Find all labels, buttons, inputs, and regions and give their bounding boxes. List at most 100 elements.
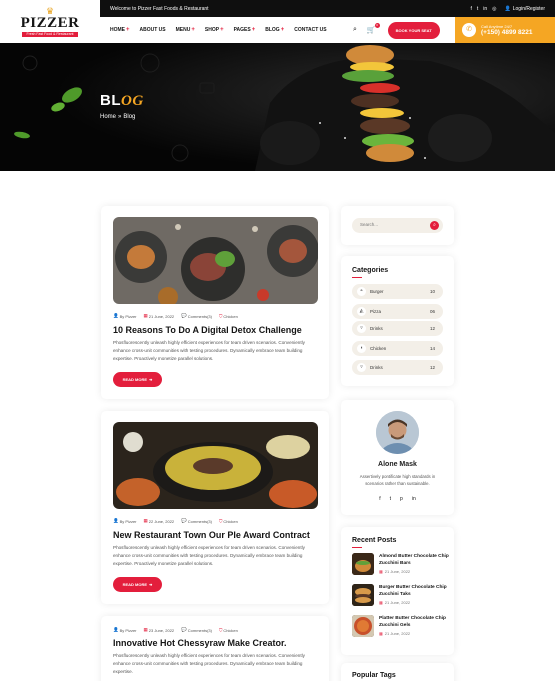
search-widget: ⌕	[341, 206, 454, 245]
category-item[interactable]: ◓ Burger 10	[352, 284, 443, 299]
post-author[interactable]: By Pizzer	[120, 314, 137, 319]
tag-icon: ⛉	[218, 313, 223, 319]
twitter-icon[interactable]: t	[390, 496, 391, 502]
recent-date-text: 21 June, 2022	[384, 631, 411, 636]
recent-post-item[interactable]: Almond Butter Chocolate Chip Zucchini Ba…	[352, 553, 449, 579]
post-meta: 👤 By Pizzer ▦ 21 June, 2022 💬 Comments(3) ⛉…	[113, 313, 238, 319]
recent-post-date: ▦ 21 June, 2022	[379, 631, 410, 636]
recent-post-title: Almond Butter Chocolate Chip Zucchini Ba…	[379, 554, 449, 566]
nav-item-pages[interactable]: PAGES +	[234, 27, 256, 33]
calendar-icon: ▦	[143, 627, 148, 632]
twitter-icon[interactable]: t	[477, 6, 478, 12]
post-title[interactable]: New Restaurant Town Our Ple Award Contra…	[113, 530, 323, 540]
post-comments[interactable]: Comments(3)	[188, 519, 212, 524]
call-box[interactable]: ✆ Call Anytime 24/7 (+150) 4899 8221	[455, 17, 555, 43]
login-link[interactable]: 👤 Login/Register	[505, 6, 545, 12]
nav-item-home[interactable]: HOME +	[110, 27, 130, 33]
nav-item-shop[interactable]: SHOP +	[205, 27, 224, 33]
plus-icon: +	[251, 27, 256, 33]
brand-logo[interactable]: ♛ PIZZER Fresh Fast Food & Restaurant	[0, 0, 100, 43]
category-count: 06	[429, 309, 435, 314]
recent-date-text: 21 June, 2022	[384, 600, 411, 605]
read-more-button[interactable]: READ MORE ➜	[113, 577, 162, 592]
recent-post-item[interactable]: Burger Butter Chocolate Chip Zucchini Ta…	[352, 584, 447, 610]
page-title-main: BL	[100, 92, 121, 109]
popular-tags-widget: Popular Tags	[341, 663, 454, 681]
page-hero: BLOG Home» Blog	[0, 43, 555, 171]
comment-icon: 💬	[181, 627, 187, 632]
facebook-icon[interactable]: f	[470, 6, 471, 12]
widget-title: Recent Posts	[352, 537, 397, 544]
arrow-right-icon: ➜	[149, 377, 153, 382]
search-icon[interactable]: ⌕	[430, 221, 439, 230]
burger-icon: ◓	[357, 287, 366, 296]
nav-label: PAGES	[233, 27, 251, 33]
breadcrumb-home[interactable]: Home	[100, 114, 116, 120]
nav-item-about[interactable]: ABOUT US	[140, 27, 166, 33]
category-item[interactable]: ▿ Drinks 12	[352, 321, 443, 336]
recent-date-text: 21 June, 2022	[384, 569, 411, 574]
author-bio: Assertively pontificate high standards i…	[359, 474, 436, 486]
post-image[interactable]	[113, 422, 318, 509]
plus-icon: +	[191, 27, 195, 33]
category-count: 14	[429, 346, 435, 351]
linkedin-icon[interactable]: in	[483, 6, 487, 12]
blog-post-card: 👤 By Pizzer ▦ 22 June, 2022 💬 Comments(3) ⛉…	[101, 411, 329, 604]
instagram-icon[interactable]: ◎	[492, 6, 496, 12]
post-category[interactable]: Chicken	[223, 628, 237, 633]
user-icon: 👤	[504, 5, 511, 12]
category-item[interactable]: ▿ Drinks 12	[352, 360, 443, 375]
category-item[interactable]: ◭ Pizza 06	[352, 304, 443, 319]
post-excerpt: Phosfluorescently unleash highly efficie…	[113, 545, 305, 566]
linkedin-icon[interactable]: in	[412, 496, 416, 502]
read-more-button[interactable]: READ MORE ➜	[113, 372, 162, 387]
recent-post-item[interactable]: Platter Butter Chocolate Chip Zucchini G…	[352, 615, 447, 641]
blog-post-card: 👤 By Pizzer ▦ 21 June, 2022 💬 Comments(3) ⛉…	[101, 206, 329, 399]
nav-label: MENU	[175, 27, 191, 33]
avatar	[376, 411, 419, 454]
pinterest-icon[interactable]: p	[400, 496, 403, 502]
user-icon: 👤	[113, 313, 119, 318]
call-number: (+150) 4899 8221	[481, 29, 533, 36]
recent-post-date: ▦ 21 June, 2022	[379, 600, 410, 605]
category-count: 10	[429, 289, 435, 294]
comment-icon: 💬	[181, 313, 187, 318]
title-underline	[352, 547, 362, 548]
plus-icon: +	[280, 27, 285, 33]
recent-post-title: Burger Butter Chocolate Chip Zucchini Ta…	[379, 585, 447, 597]
post-comments[interactable]: Comments(3)	[188, 314, 212, 319]
breadcrumb: Home» Blog	[100, 114, 135, 120]
nav-label: SHOP	[204, 27, 220, 33]
brand-tagline: Fresh Fast Food & Restaurant	[22, 31, 78, 37]
calendar-icon: ▦	[143, 518, 148, 523]
arrow-right-icon: ➜	[149, 582, 153, 587]
post-author[interactable]: By Pizzer	[120, 519, 137, 524]
category-item[interactable]: ◖ Chicken 14	[352, 341, 443, 356]
post-comments[interactable]: Comments(3)	[188, 628, 212, 633]
nav-item-contact[interactable]: CONTACT US	[294, 27, 326, 33]
book-seat-button[interactable]: BOOK YOUR SEAT	[387, 21, 440, 39]
drink-icon: ▿	[357, 363, 366, 372]
post-excerpt: Phosfluorescently unleash highly efficie…	[113, 653, 305, 674]
post-date: 23 June, 2022	[148, 627, 175, 633]
recent-post-thumb	[352, 615, 374, 637]
search-input[interactable]	[360, 222, 420, 227]
facebook-icon[interactable]: f	[379, 496, 380, 502]
user-icon: 👤	[113, 627, 119, 632]
blog-post-card: 👤 By Pizzer ▦ 23 June, 2022 💬 Comments(3) ⛉…	[101, 616, 329, 681]
post-author[interactable]: By Pizzer	[120, 628, 137, 633]
post-meta: 👤 By Pizzer ▦ 22 June, 2022 💬 Comments(3) ⛉…	[113, 518, 238, 524]
post-category[interactable]: Chicken	[223, 314, 237, 319]
search-box: ⌕	[352, 218, 443, 233]
category-count: 12	[429, 365, 435, 370]
cart-icon[interactable]: 🛒 0	[367, 23, 380, 34]
nav-item-menu[interactable]: MENU +	[176, 27, 195, 33]
search-icon[interactable]: ⌕	[353, 26, 357, 34]
post-title[interactable]: Innovative Hot Chessyraw Make Creator.	[113, 638, 323, 648]
post-title[interactable]: 10 Reasons To Do A Digital Detox Challen…	[113, 325, 323, 335]
post-date: 22 June, 2022	[148, 518, 175, 524]
nav-item-blog[interactable]: BLOG +	[265, 27, 284, 33]
post-category[interactable]: Chicken	[223, 519, 237, 524]
post-image[interactable]	[113, 217, 318, 304]
nav-tools: ⌕ 🛒 0 BOOK YOUR SEAT	[353, 17, 440, 43]
